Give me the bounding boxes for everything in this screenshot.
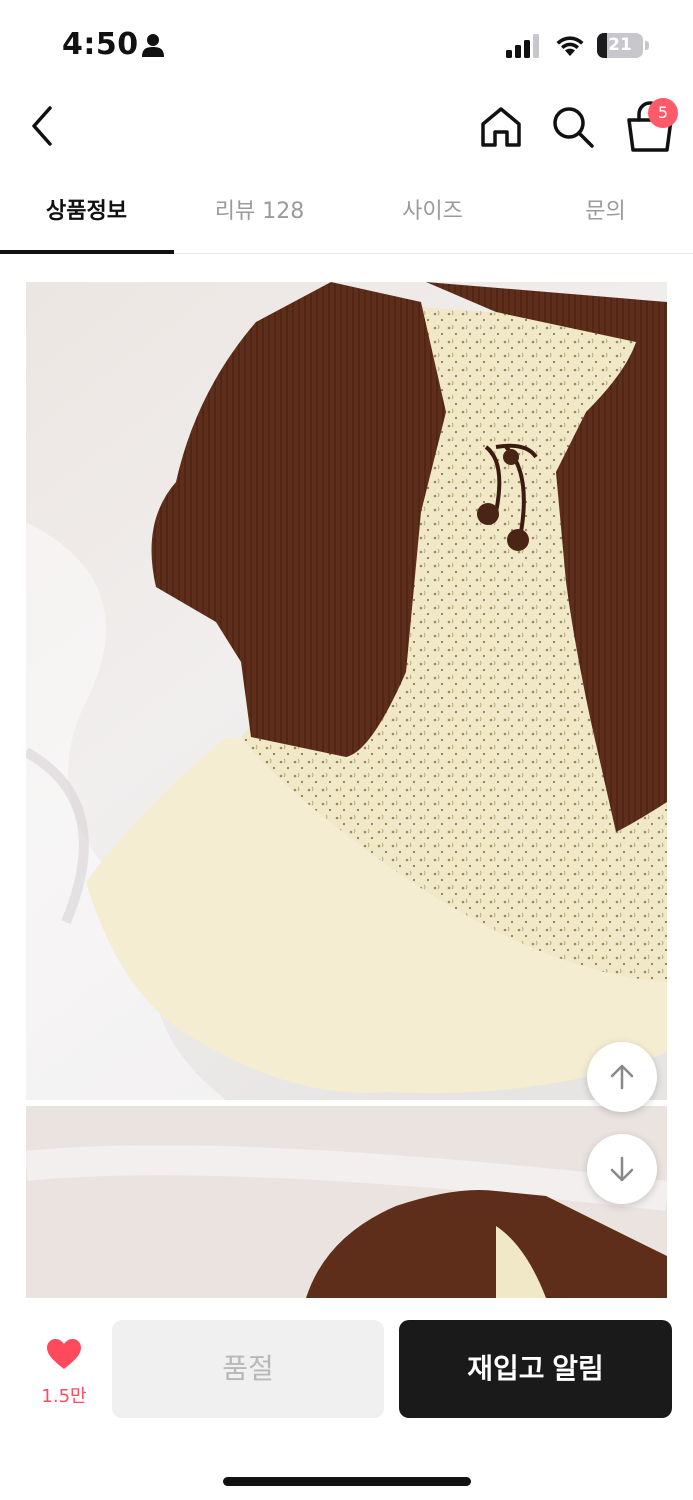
home-indicator — [223, 1477, 471, 1486]
product-detail-screen: 4:50 21 5 상품정보 리뷰 128 사이즈 문의 1.5만 품절 재입고… — [0, 0, 693, 1500]
product-image — [26, 1106, 667, 1298]
back-button[interactable] — [22, 104, 66, 148]
battery-cap — [645, 41, 649, 50]
purchase-bar: 1.5만 품절 재입고 알림 — [0, 1298, 693, 1500]
tab-product-info[interactable]: 상품정보 — [0, 172, 173, 254]
tab-size[interactable]: 사이즈 — [346, 172, 519, 254]
cart-count-badge: 5 — [648, 98, 678, 128]
status-time: 4:50 — [62, 27, 139, 62]
like-button[interactable]: 1.5만 — [22, 1338, 106, 1408]
sold-out-button: 품절 — [112, 1320, 384, 1418]
restock-alert-button[interactable]: 재입고 알림 — [399, 1320, 672, 1418]
battery-icon: 21 — [597, 33, 643, 58]
like-count: 1.5만 — [41, 1386, 87, 1407]
search-button[interactable] — [548, 102, 598, 152]
product-image — [26, 282, 667, 1100]
tab-reviews[interactable]: 리뷰 128 — [173, 172, 346, 254]
arrow-down-icon — [610, 1156, 634, 1182]
wifi-icon — [556, 36, 584, 56]
scroll-to-bottom-button[interactable] — [587, 1134, 657, 1204]
arrow-up-icon — [610, 1064, 634, 1090]
active-tab-indicator — [0, 250, 174, 254]
battery-indicator: 21 — [597, 33, 649, 58]
home-button[interactable] — [476, 102, 526, 152]
status-bar: 4:50 21 — [0, 0, 693, 90]
top-nav-bar — [0, 90, 693, 170]
cellular-signal-icon — [506, 34, 539, 58]
battery-level-text: 21 — [608, 35, 632, 55]
product-tabs: 상품정보 리뷰 128 사이즈 문의 — [0, 172, 693, 254]
heart-icon — [47, 1339, 81, 1369]
person-icon — [142, 34, 164, 57]
scroll-to-top-button[interactable] — [587, 1042, 657, 1112]
tab-inquiry[interactable]: 문의 — [519, 172, 692, 254]
